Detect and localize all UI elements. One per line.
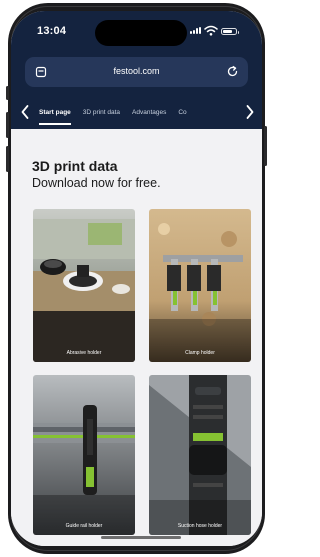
card-label: Guide rail holder xyxy=(65,523,103,529)
page-title: 3D print data xyxy=(32,158,118,174)
power-button xyxy=(264,126,267,166)
tab-start-page[interactable]: Start page xyxy=(33,97,77,129)
clamp-holder-image xyxy=(149,209,251,362)
chevron-left-icon[interactable] xyxy=(20,104,30,120)
battery-level xyxy=(223,30,232,33)
address-bar[interactable]: festool.com xyxy=(25,57,248,87)
product-card-suction-hose-holder[interactable]: Suction hose holder xyxy=(149,375,251,535)
suction-hose-holder-image xyxy=(149,375,251,535)
volume-up-button xyxy=(6,112,9,138)
product-card-abrasive-holder[interactable]: Abrasive holder xyxy=(33,209,135,362)
volume-down-button xyxy=(6,146,9,172)
tab-advantages[interactable]: Advantages xyxy=(126,97,172,129)
card-label: Abrasive holder xyxy=(66,350,102,356)
tab-more[interactable]: Co xyxy=(172,97,192,129)
status-bar: 13:04 xyxy=(11,11,262,49)
wifi-icon xyxy=(204,25,218,36)
page-subtitle: Download now for free. xyxy=(32,176,161,190)
card-label: Suction hose holder xyxy=(177,523,223,529)
guide-rail-holder-image xyxy=(33,375,135,535)
reload-icon[interactable] xyxy=(226,65,239,78)
nav-tabs: Start page 3D print data Advantages Co xyxy=(33,97,241,129)
status-time: 13:04 xyxy=(37,25,67,37)
dynamic-island xyxy=(95,20,187,46)
site-navigation: Start page 3D print data Advantages Co xyxy=(11,97,262,129)
product-card-clamp-holder[interactable]: Clamp holder xyxy=(149,209,251,362)
home-indicator[interactable] xyxy=(101,536,181,539)
card-label: Clamp holder xyxy=(185,350,215,356)
battery-icon xyxy=(221,28,239,35)
url-text[interactable]: festool.com xyxy=(25,66,248,76)
browser-header: 13:04 festool.com Start page 3D print da… xyxy=(11,11,262,129)
screen: 13:04 festool.com Start page 3D print da… xyxy=(11,11,262,546)
chevron-right-icon[interactable] xyxy=(245,104,255,120)
page-content: 3D print data Download now for free. Abr… xyxy=(11,129,262,546)
tab-3d-print-data[interactable]: 3D print data xyxy=(77,97,126,129)
action-button xyxy=(6,86,9,100)
product-card-guide-rail-holder[interactable]: Guide rail holder xyxy=(33,375,135,535)
abrasive-holder-image xyxy=(33,209,135,362)
